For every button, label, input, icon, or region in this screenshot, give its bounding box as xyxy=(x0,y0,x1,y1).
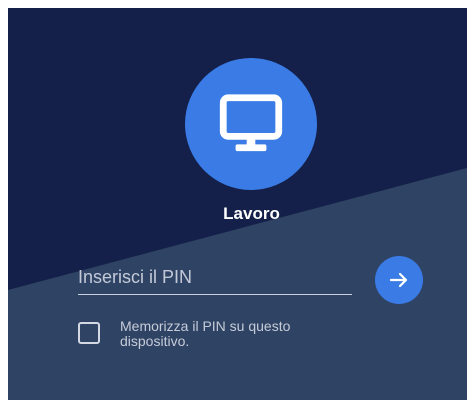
submit-pin-button[interactable] xyxy=(375,256,423,304)
pin-field xyxy=(78,260,352,295)
monitor-icon xyxy=(219,94,283,152)
profile-name: Lavoro xyxy=(223,204,280,223)
remember-pin-label[interactable]: Memorizza il PIN su questo dispositivo. xyxy=(120,319,350,349)
remember-pin-checkbox[interactable] xyxy=(78,322,100,344)
login-panel: Lavoro Memorizza il PIN su questo dispos… xyxy=(8,8,467,400)
profile-avatar xyxy=(185,58,317,190)
arrow-right-icon xyxy=(389,272,408,288)
pin-input[interactable] xyxy=(78,260,352,294)
